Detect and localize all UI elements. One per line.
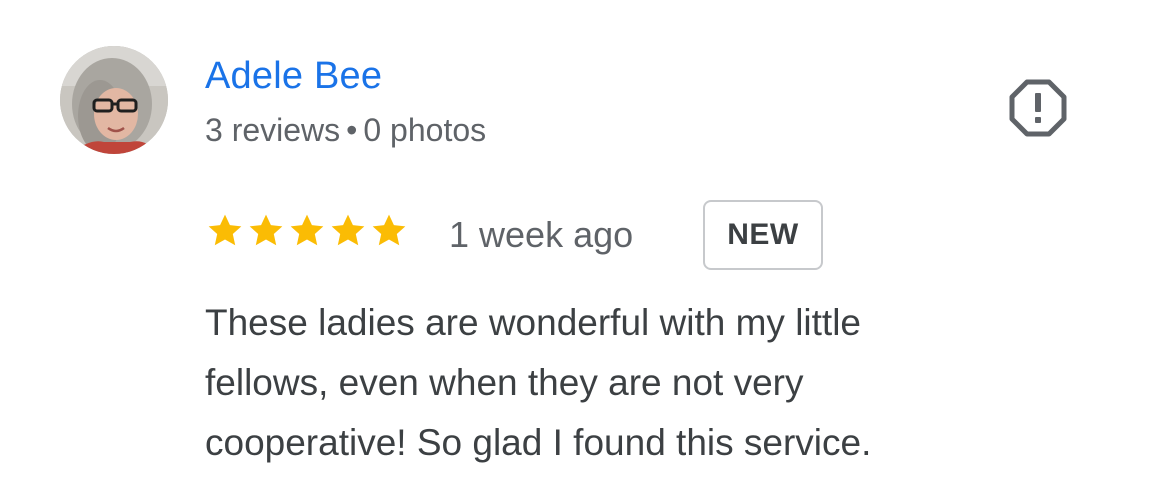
reviewer-name[interactable]: Adele Bee bbox=[205, 54, 382, 98]
review-date: 1 week ago bbox=[449, 214, 634, 255]
review-text-line: fellows, even when they are not very bbox=[205, 362, 804, 403]
report-icon bbox=[1009, 79, 1067, 137]
report-review-button[interactable] bbox=[1008, 78, 1068, 138]
review-text-line: cooperative! So glad I found this servic… bbox=[205, 422, 872, 463]
meta-separator: • bbox=[346, 112, 358, 148]
photo-count: 0 photos bbox=[363, 112, 487, 148]
star-icon bbox=[372, 214, 406, 246]
avatar[interactable] bbox=[60, 46, 168, 154]
star-icon bbox=[208, 214, 242, 246]
review-text: These ladies are wonderful with my littl… bbox=[205, 293, 1105, 473]
review-text-line: These ladies are wonderful with my littl… bbox=[205, 302, 862, 343]
star-icon bbox=[331, 214, 365, 246]
star-rating bbox=[205, 209, 410, 253]
star-icon bbox=[249, 214, 283, 246]
new-badge: NEW bbox=[703, 200, 823, 270]
star-icon bbox=[290, 214, 324, 246]
avatar-photo bbox=[60, 46, 168, 154]
reviewer-stats: 3 reviews • 0 photos bbox=[205, 110, 486, 150]
review-count: 3 reviews bbox=[205, 112, 341, 148]
